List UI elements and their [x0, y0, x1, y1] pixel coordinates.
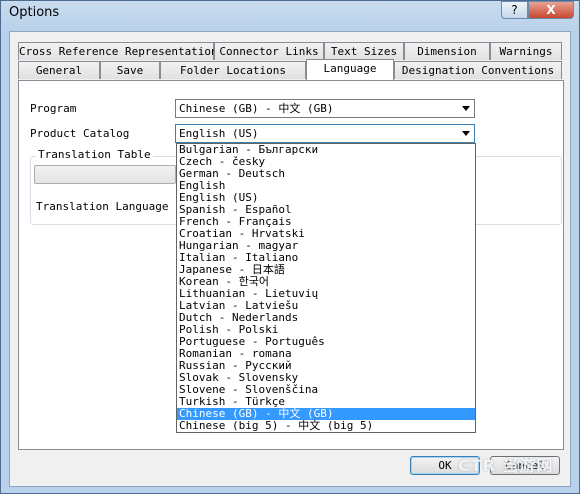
- dropdown-option[interactable]: Japanese - 日本語: [177, 264, 475, 276]
- dropdown-option[interactable]: Spanish - Español: [177, 204, 475, 216]
- dropdown-option[interactable]: Slovak - Slovensky: [177, 372, 475, 384]
- translation-language-label: Translation Language: [36, 200, 169, 213]
- product-catalog-select-value: English (US): [179, 127, 259, 140]
- program-select[interactable]: Chinese (GB) - 中文 (GB): [175, 99, 475, 118]
- tab-language[interactable]: Language: [306, 59, 394, 80]
- tab-save[interactable]: Save: [100, 61, 160, 79]
- product-catalog-select[interactable]: English (US): [175, 124, 475, 143]
- dropdown-option[interactable]: Slovene - Slovenščina: [177, 384, 475, 396]
- dropdown-option[interactable]: English: [177, 180, 475, 192]
- dropdown-option[interactable]: Czech - česky: [177, 156, 475, 168]
- dropdown-option[interactable]: Turkish - Türkçe: [177, 396, 475, 408]
- chevron-down-icon: [462, 106, 470, 111]
- chevron-down-icon: [462, 131, 470, 136]
- program-label: Program: [30, 102, 77, 115]
- dropdown-option[interactable]: Chinese (GB) - 中文 (GB): [177, 408, 475, 420]
- dropdown-option[interactable]: Korean - 한국어: [177, 276, 475, 288]
- tab-connector-links[interactable]: Connector Links: [214, 42, 324, 60]
- dropdown-option[interactable]: Dutch - Nederlands: [177, 312, 475, 324]
- close-icon: X: [546, 3, 556, 17]
- tab-text-sizes[interactable]: Text Sizes: [324, 42, 404, 60]
- dialog-client-area: Cross Reference Representation Connector…: [9, 31, 571, 487]
- tab-folder-locations[interactable]: Folder Locations: [160, 61, 306, 79]
- dropdown-option[interactable]: German - Deutsch: [177, 168, 475, 180]
- translation-table-select[interactable]: [34, 165, 176, 184]
- dropdown-option[interactable]: Polish - Polski: [177, 324, 475, 336]
- tab-designation-conventions[interactable]: Designation Conventions: [394, 61, 562, 79]
- tab-dimension[interactable]: Dimension: [404, 42, 490, 60]
- dropdown-option[interactable]: Portuguese - Português: [177, 336, 475, 348]
- help-button[interactable]: ?: [501, 1, 528, 19]
- dropdown-option[interactable]: Latvian - Latviešu: [177, 300, 475, 312]
- options-dialog: Options ? X Cross Reference Representati…: [0, 0, 580, 494]
- dropdown-option[interactable]: Croatian - Hrvatski: [177, 228, 475, 240]
- dropdown-option[interactable]: Romanian - romana: [177, 348, 475, 360]
- watermark-logo: CTR 当游网: [458, 456, 554, 475]
- help-icon: ?: [511, 3, 518, 17]
- close-button[interactable]: X: [528, 1, 574, 19]
- program-select-value: Chinese (GB) - 中文 (GB): [179, 102, 334, 115]
- window-title: Options: [9, 5, 60, 20]
- tab-warnings[interactable]: Warnings: [490, 42, 562, 60]
- dropdown-option[interactable]: Russian - Русский: [177, 360, 475, 372]
- dropdown-option[interactable]: Chinese (big 5) - 中文 (big 5): [177, 420, 475, 432]
- dropdown-option[interactable]: Lithuanian - Lietuvių: [177, 288, 475, 300]
- translation-table-label: Translation Table: [36, 148, 153, 161]
- dropdown-option[interactable]: Hungarian - magyar: [177, 240, 475, 252]
- dropdown-option[interactable]: Italian - Italiano: [177, 252, 475, 264]
- dropdown-option[interactable]: French - Français: [177, 216, 475, 228]
- dropdown-option[interactable]: Bulgarian - Български: [177, 144, 475, 156]
- product-catalog-dropdown-list: Bulgarian - Български Czech - česky German…: [176, 143, 476, 433]
- tab-general[interactable]: General: [18, 61, 100, 79]
- dropdown-option[interactable]: English (US): [177, 192, 475, 204]
- tab-cross-reference-representation[interactable]: Cross Reference Representation: [18, 42, 218, 60]
- title-bar[interactable]: Options ? X: [1, 1, 579, 26]
- product-catalog-label: Product Catalog: [30, 127, 130, 140]
